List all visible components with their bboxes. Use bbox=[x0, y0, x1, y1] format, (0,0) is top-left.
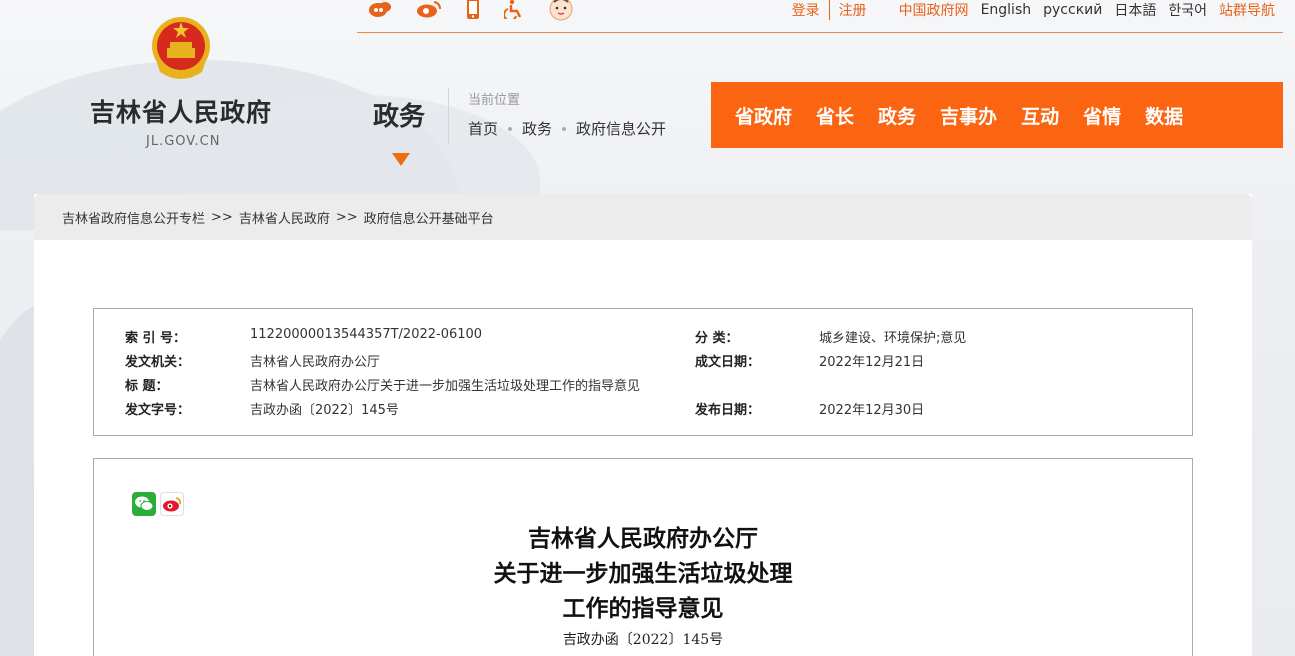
title-value: 吉林省人民政府办公厅关于进一步加强生活垃圾处理工作的指导意见 bbox=[250, 379, 641, 394]
content-panel: 吉林省政府信息公开专栏 >> 吉林省人民政府 >> 政府信息公开基础平台 索 引… bbox=[34, 194, 1252, 656]
main-nav: 省政府 省长 政务 吉事办 互动 省情 数据 bbox=[711, 82, 1283, 148]
docno-value: 吉政办函〔2022〕145号 bbox=[250, 403, 399, 418]
lang-russian-link[interactable]: русский bbox=[1043, 2, 1102, 18]
breadcrumb-separator: >> bbox=[335, 209, 358, 225]
sitemap-link[interactable]: 站群导航 bbox=[1219, 0, 1275, 20]
crumb-affairs[interactable]: 政务 bbox=[522, 118, 552, 139]
date-made-value: 2022年12月21日 bbox=[819, 355, 925, 370]
breadcrumb: 吉林省政府信息公开专栏 >> 吉林省人民政府 >> 政府信息公开基础平台 bbox=[34, 194, 1252, 240]
nav-item-jishiban[interactable]: 吉事办 bbox=[940, 102, 997, 129]
issuer-label: 发文机关： bbox=[125, 355, 191, 370]
site-domain: JL.GOV.CN bbox=[146, 134, 221, 149]
index-label: 索 引 号： bbox=[125, 331, 187, 346]
document-title: 吉林省人民政府办公厅 关于进一步加强生活垃圾处理 工作的指导意见 bbox=[94, 521, 1192, 626]
kids-icon[interactable] bbox=[548, 0, 574, 26]
document-number: 吉政办函〔2022〕145号 bbox=[562, 632, 724, 648]
index-value: 11220000013544357T/2022-06100 bbox=[250, 327, 483, 342]
wechat-icon[interactable] bbox=[132, 492, 156, 516]
document-metadata-table: 索 引 号： 11220000013544357T/2022-06100 分 类… bbox=[93, 308, 1193, 436]
nav-item-governor[interactable]: 省长 bbox=[816, 102, 854, 129]
dot-separator bbox=[508, 126, 513, 131]
pub-date-label: 发布日期： bbox=[695, 403, 761, 418]
accessibility-icon[interactable] bbox=[503, 0, 524, 23]
category-value: 城乡建设、环境保护;意见 bbox=[819, 331, 967, 346]
top-links: 登录 注册 中国政府网 English русский 日本語 한국어 站群导航 bbox=[792, 0, 1275, 20]
location-label: 当前位置 bbox=[468, 93, 521, 108]
breadcrumb-item[interactable]: 吉林省政府信息公开专栏 bbox=[62, 208, 205, 227]
register-link[interactable]: 注册 bbox=[839, 0, 867, 20]
pub-date-value: 2022年12月30日 bbox=[819, 403, 925, 418]
login-link[interactable]: 登录 bbox=[792, 0, 820, 20]
document-title-line: 吉林省人民政府办公厅 bbox=[528, 525, 758, 552]
docno-label: 发文字号： bbox=[125, 403, 191, 418]
nav-item-interaction[interactable]: 互动 bbox=[1021, 102, 1059, 129]
crumb-home[interactable]: 首页 bbox=[468, 118, 498, 139]
location-breadcrumb: 首页 政务 政府信息公开 bbox=[468, 118, 666, 139]
divider bbox=[828, 0, 830, 20]
divider bbox=[448, 88, 449, 144]
social-icons bbox=[368, 0, 574, 22]
weibo-icon[interactable] bbox=[368, 0, 392, 22]
nav-item-affairs[interactable]: 政务 bbox=[878, 102, 916, 129]
breadcrumb-item[interactable]: 政府信息公开基础平台 bbox=[364, 208, 494, 227]
title-label: 标 题： bbox=[125, 379, 169, 394]
breadcrumb-separator: >> bbox=[211, 209, 233, 225]
nav-item-data[interactable]: 数据 bbox=[1145, 102, 1183, 129]
lang-english-link[interactable]: English bbox=[981, 2, 1032, 18]
nav-item-provincial-gov[interactable]: 省政府 bbox=[735, 102, 792, 129]
lang-korean-link[interactable]: 한국어 bbox=[1168, 0, 1207, 20]
nav-item-province-info[interactable]: 省情 bbox=[1083, 102, 1121, 129]
crumb-info-disclosure[interactable]: 政府信息公开 bbox=[576, 118, 666, 139]
lang-japanese-link[interactable]: 日本語 bbox=[1114, 0, 1156, 20]
header-rule bbox=[357, 32, 1283, 33]
document-title-line: 关于进一步加强生活垃圾处理 bbox=[493, 560, 793, 587]
document-body: 吉林省人民政府办公厅 关于进一步加强生活垃圾处理 工作的指导意见 吉政办函〔20… bbox=[93, 458, 1193, 656]
weibo-share-icon[interactable] bbox=[160, 492, 184, 516]
issuer-value: 吉林省人民政府办公厅 bbox=[250, 355, 381, 370]
national-emblem-icon bbox=[150, 14, 212, 80]
site-title[interactable]: 吉林省人民政府 bbox=[90, 93, 272, 129]
mobile-icon[interactable] bbox=[466, 0, 480, 23]
share-buttons bbox=[132, 492, 184, 516]
section-arrow-icon bbox=[392, 153, 410, 166]
gov-cn-link[interactable]: 中国政府网 bbox=[899, 0, 969, 20]
dot-separator bbox=[562, 126, 567, 131]
weibo-alt-icon[interactable] bbox=[416, 0, 442, 22]
section-title: 政务 bbox=[373, 102, 426, 132]
date-made-label: 成文日期： bbox=[695, 355, 761, 370]
category-label: 分 类： bbox=[695, 331, 739, 346]
document-title-line: 工作的指导意见 bbox=[562, 595, 724, 622]
breadcrumb-item[interactable]: 吉林省人民政府 bbox=[239, 208, 330, 227]
